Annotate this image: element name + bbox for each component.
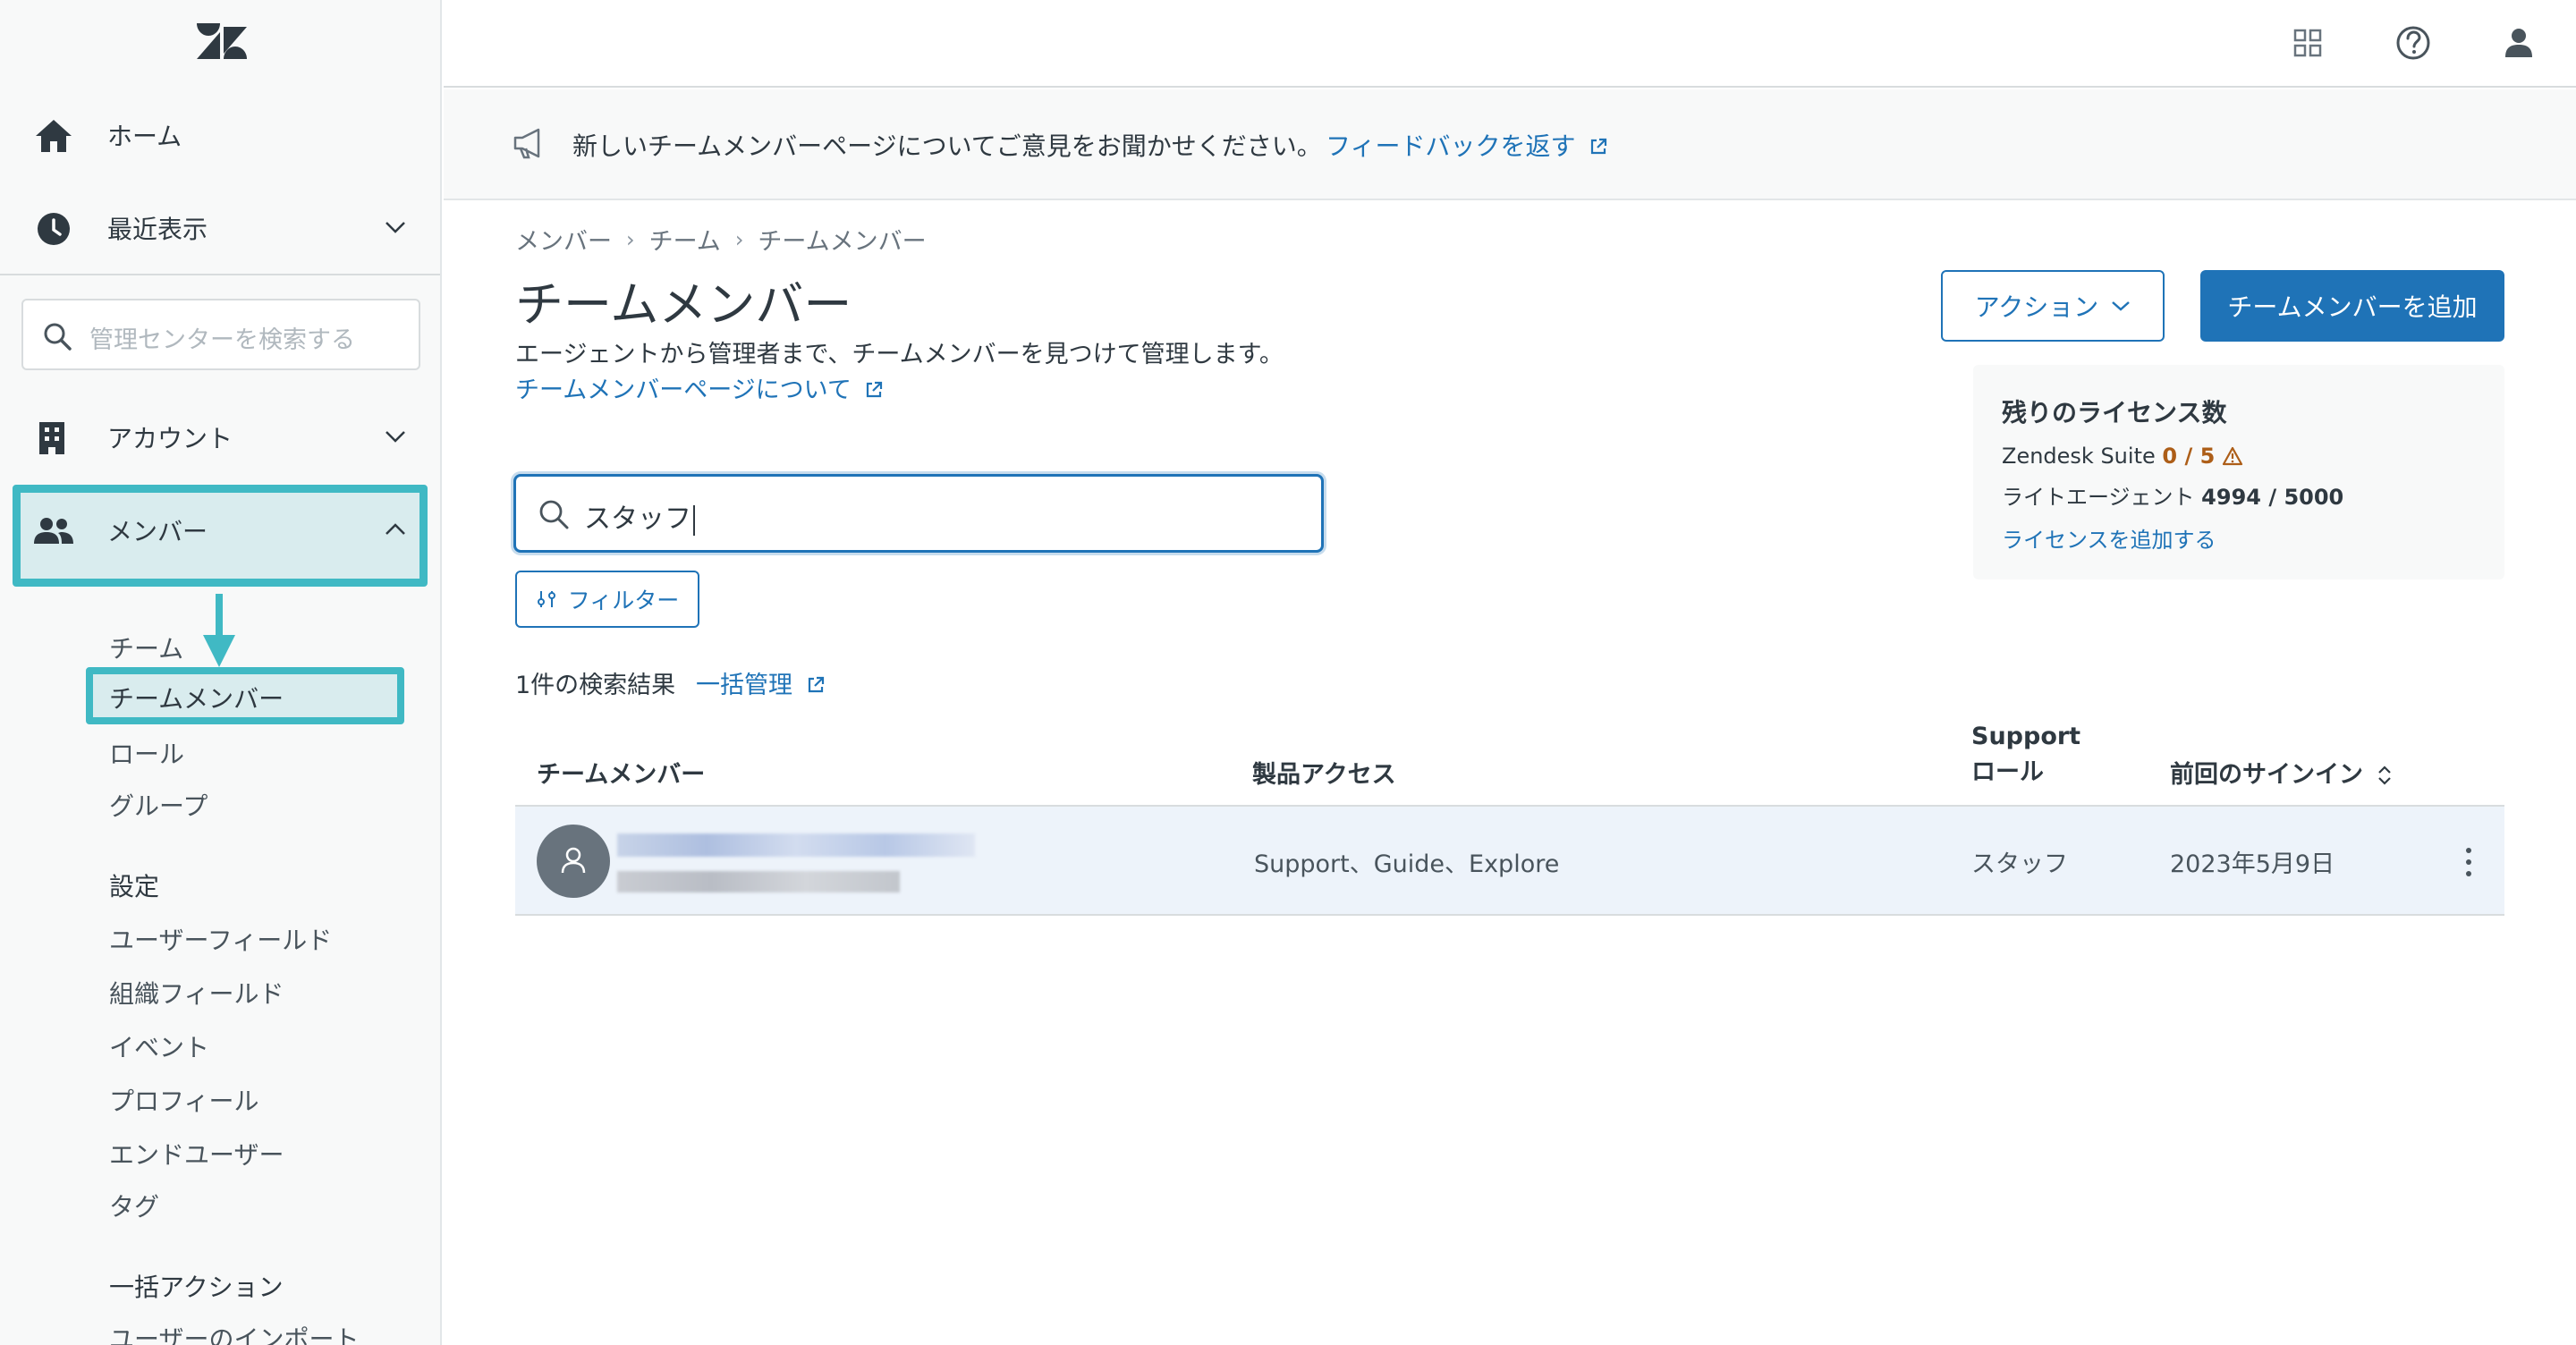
annotation-arrow-icon (203, 594, 235, 667)
feedback-text: 新しいチームメンバーページについてご意見をお聞かせください。 (572, 131, 1322, 161)
sidebar-section-settings[interactable]: 設定 (109, 867, 159, 903)
chevron-up-icon (386, 523, 405, 535)
sort-icon (2378, 766, 2392, 785)
license-suite-row: Zendesk Suite 0 / 5 (2002, 444, 2243, 469)
bulk-manage-link-label: 一括管理 (696, 672, 792, 699)
feedback-link[interactable]: フィードバックを返す (1326, 127, 1608, 163)
sidebar-subitem-team[interactable]: チーム (109, 630, 183, 665)
add-team-member-button[interactable]: チームメンバーを追加 (2200, 270, 2504, 342)
about-page-link-label: チームメンバーページについて (515, 376, 852, 404)
add-license-link[interactable]: ライセンスを追加する (2002, 522, 2216, 554)
top-bar (444, 0, 2576, 88)
breadcrumb-separator-icon: › (734, 226, 744, 252)
search-icon (539, 500, 569, 529)
sidebar-subitem-events[interactable]: イベント (109, 1028, 209, 1064)
license-suite-label: Zendesk Suite (2002, 444, 2156, 469)
cell-support-role: スタッフ (1971, 850, 2068, 878)
sidebar-item-label: メンバー (107, 517, 208, 546)
people-icon (34, 518, 73, 544)
external-link-icon (808, 676, 824, 693)
license-light-agent-row: ライトエージェント 4994 / 5000 (2002, 479, 2343, 511)
sidebar: ホーム 最近表示 管理センターを検索する アカウント メンバー チーム チームメ… (0, 0, 442, 1345)
sidebar-item-recent[interactable]: 最近表示 (0, 188, 440, 268)
redacted-member-name (617, 833, 975, 857)
license-panel: 残りのライセンス数 Zendesk Suite 0 / 5 ライトエージェント … (1973, 365, 2504, 579)
warning-icon (2222, 446, 2243, 466)
sidebar-item-account[interactable]: アカウント (0, 397, 440, 478)
sidebar-item-label: アカウント (107, 424, 233, 453)
external-link-icon (867, 381, 883, 398)
external-link-icon (1591, 138, 1607, 155)
bulk-manage-link[interactable]: 一括管理 (696, 665, 826, 700)
breadcrumb-item-members[interactable]: メンバー (515, 222, 612, 257)
cell-last-signin: 2023年5月9日 (2170, 850, 2335, 878)
cell-product-access: Support、Guide、Explore (1254, 850, 1560, 878)
breadcrumb: メンバー › チーム › チームメンバー (515, 222, 927, 257)
search-value-text: スタッフ (584, 503, 691, 535)
products-grid-icon[interactable] (2286, 21, 2329, 64)
search-placeholder: 管理センターを検索する (89, 326, 355, 354)
user-avatar-icon (561, 847, 586, 874)
chevron-down-icon (2112, 301, 2131, 311)
filter-sliders-icon (537, 591, 555, 607)
help-icon[interactable] (2392, 21, 2435, 64)
member-search-input[interactable]: スタッフ (513, 474, 1324, 553)
page-description: エージェントから管理者まで、チームメンバーを見つけて管理します。 (515, 341, 1284, 368)
license-light-value: 4994 / 5000 (2201, 485, 2344, 510)
sidebar-subitem-tags[interactable]: タグ (109, 1188, 159, 1223)
breadcrumb-item-team[interactable]: チーム (649, 222, 721, 257)
sidebar-subitem-user-fields[interactable]: ユーザーフィールド (109, 921, 332, 957)
feedback-banner: 新しいチームメンバーページについてご意見をお聞かせください。 フィードバックを返… (444, 89, 2576, 200)
sidebar-subitem-end-users[interactable]: エンドユーザー (109, 1136, 284, 1172)
sidebar-item-home[interactable]: ホーム (0, 95, 440, 175)
sidebar-subitem-roles[interactable]: ロール (109, 735, 184, 771)
result-count: 1件の検索結果 (515, 672, 676, 699)
license-suite-value: 0 / 5 (2162, 444, 2216, 469)
sidebar-subitem-org-fields[interactable]: 組織フィールド (109, 975, 284, 1011)
column-header-last-signin[interactable]: 前回のサインイン (2170, 755, 2393, 790)
avatar (537, 825, 610, 898)
column-header-member: チームメンバー (537, 761, 706, 789)
chevron-down-icon (386, 431, 405, 443)
sidebar-section-bulk-actions[interactable]: 一括アクション (109, 1268, 284, 1304)
action-button-label: アクション (1974, 292, 2099, 322)
license-light-label: ライトエージェント (2002, 485, 2195, 510)
sidebar-item-members[interactable]: メンバー (0, 490, 440, 571)
clock-icon (38, 213, 70, 245)
divider (0, 274, 440, 275)
column-header-last-signin-label: 前回のサインイン (2170, 761, 2363, 789)
search-icon (44, 323, 72, 351)
table-row[interactable]: Support、Guide、Explore スタッフ 2023年5月9日 (515, 807, 2504, 916)
about-page-link[interactable]: チームメンバーページについて (515, 370, 884, 405)
feedback-link-label: フィードバックを返す (1326, 131, 1576, 161)
text-caret (693, 504, 695, 536)
page-title: チームメンバー (515, 276, 852, 333)
sidebar-subitem-profiles[interactable]: プロフィール (109, 1082, 258, 1118)
filter-button-label: フィルター (567, 588, 680, 613)
search-value: スタッフ (584, 496, 695, 536)
redacted-member-email (617, 871, 900, 892)
sidebar-item-label: 最近表示 (107, 215, 208, 244)
admin-search-input[interactable]: 管理センターを検索する (21, 299, 420, 370)
breadcrumb-item-team-members: チームメンバー (758, 228, 927, 256)
user-profile-icon[interactable] (2497, 21, 2540, 64)
chevron-down-icon (386, 222, 405, 233)
building-icon (39, 422, 64, 454)
more-options-icon[interactable] (2463, 846, 2474, 878)
home-icon (36, 120, 72, 152)
column-header-product-access: 製品アクセス (1252, 761, 1396, 789)
breadcrumb-separator-icon: › (626, 226, 635, 252)
zendesk-logo[interactable] (197, 23, 247, 63)
column-header-support-role: Supportロール (1971, 723, 2081, 786)
sidebar-item-label: ホーム (107, 122, 182, 151)
sidebar-subitem-team-members[interactable]: チームメンバー (109, 680, 284, 715)
sidebar-subitem-groups[interactable]: グループ (109, 787, 208, 823)
filter-button[interactable]: フィルター (515, 571, 699, 628)
sidebar-subitem-user-import[interactable]: ユーザーのインポート (109, 1320, 359, 1345)
megaphone-icon (513, 128, 540, 159)
action-dropdown-button[interactable]: アクション (1941, 270, 2165, 342)
license-title: 残りのライセンス数 (2002, 398, 2227, 427)
